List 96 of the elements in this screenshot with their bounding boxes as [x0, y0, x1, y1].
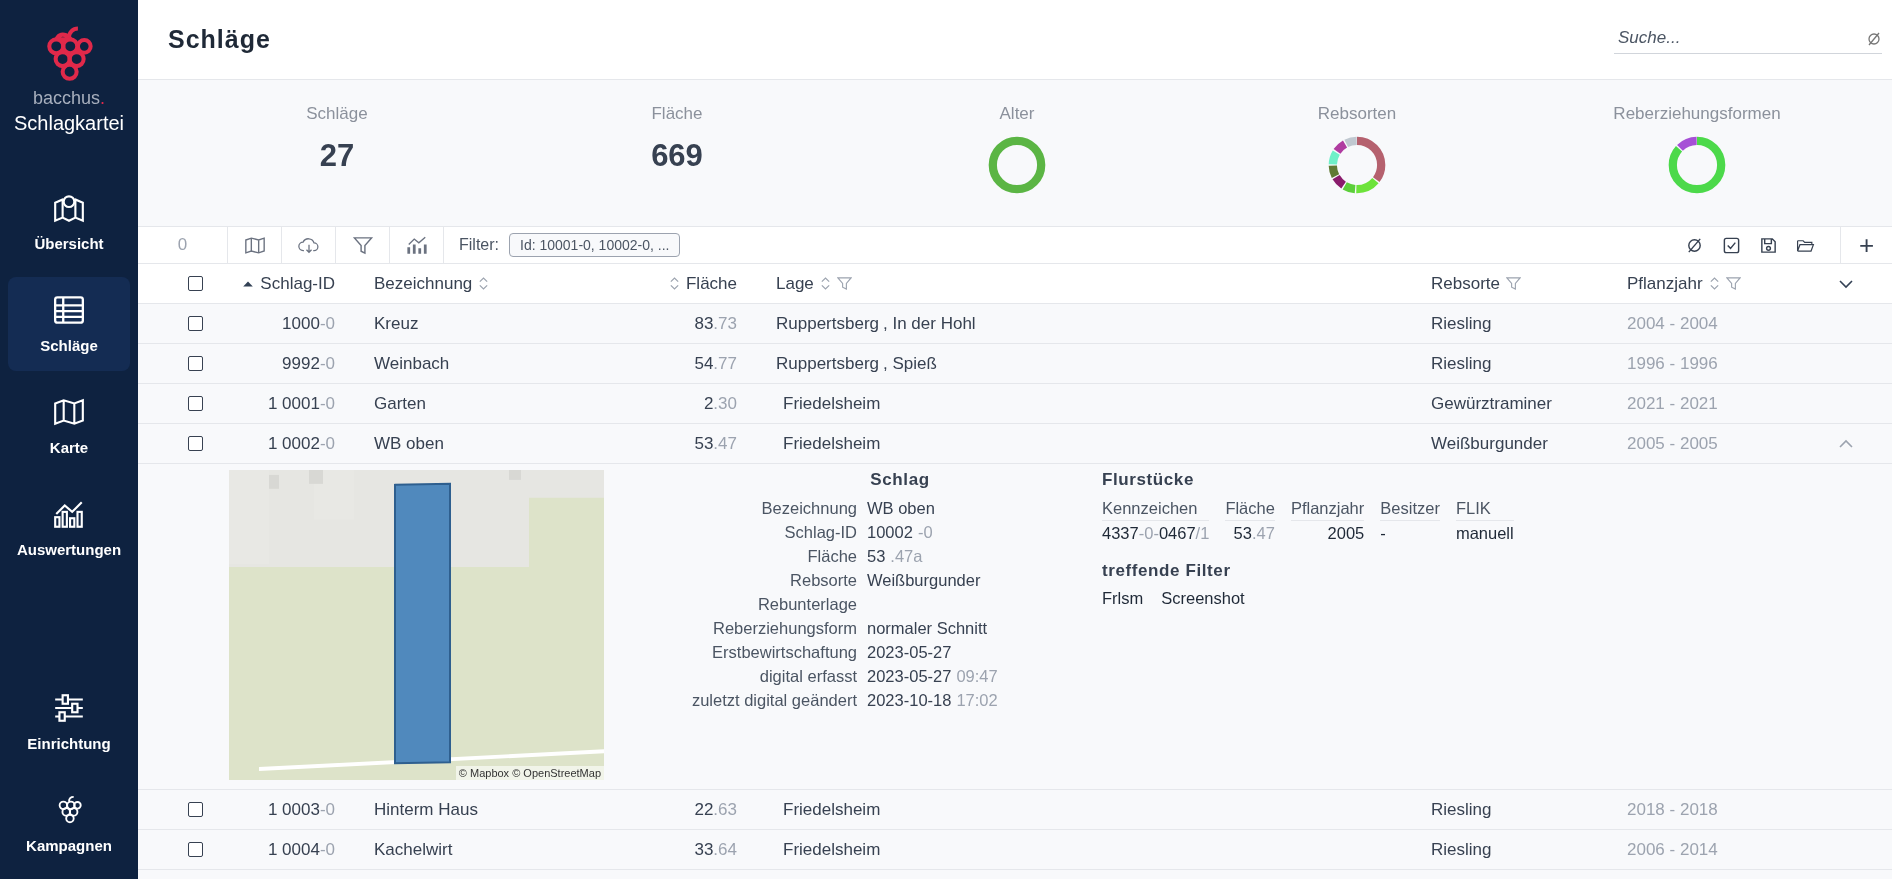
nav-item[interactable]: Karte [8, 379, 130, 473]
stat-label: Fläche [651, 104, 703, 124]
table-cell: Riesling [1431, 839, 1492, 860]
table-cell: 1 0001-0 [267, 393, 335, 414]
stat-label: Reberziehungsformen [1613, 104, 1781, 124]
table-cell-text: manuell [1455, 523, 1514, 544]
field-label: zuletzt digital geändert [690, 690, 857, 711]
field-label: digital erfasst [758, 666, 857, 687]
field-value: 53 .47a [867, 546, 924, 567]
filter-name[interactable]: Screenshot [1161, 589, 1245, 608]
table-cell: Riesling [1431, 799, 1492, 820]
field-value: WB oben [867, 498, 936, 519]
table-cell: Ruppertsberg , In der Hohl [776, 313, 976, 334]
table-cell: 1996 - 1996 [1627, 353, 1718, 374]
table-cell: 2.30 [703, 393, 737, 414]
table-cell: Friedelsheim [783, 799, 881, 820]
map-attribution: © Mapbox © OpenStreetMap [455, 766, 604, 780]
column-header: FLIK [1455, 496, 1514, 521]
column-header: Besitzer [1380, 496, 1440, 521]
section-title: treffende Filter [1102, 561, 1232, 581]
field-label: Fläche [806, 546, 857, 567]
filter-label: Filter: [459, 235, 499, 255]
brand-name: bacchus. [32, 88, 106, 109]
page-title: Schläge [168, 25, 271, 54]
section-title: Flurstücke [1102, 470, 1195, 490]
table-cell: 2021 - 2021 [1627, 393, 1718, 414]
add-button[interactable]: + [1840, 227, 1892, 263]
stat-label: Schläge [306, 104, 368, 124]
field-value: normaler Schnitt [867, 618, 989, 639]
table-cell: 2004 - 2004 [1627, 313, 1718, 334]
table-cell: Weißburgunder [1431, 433, 1548, 454]
table-cell: 9992-0 [282, 353, 335, 374]
field-label: Reberziehungsform [712, 618, 857, 639]
table-cell: 22.63 [694, 799, 737, 820]
field-value: 10002 -0 [867, 522, 934, 543]
stat-label: Rebsorten [1317, 104, 1397, 124]
table-cell: WB oben [374, 433, 444, 454]
table-cell: Ruppertsberg , Spieß [776, 353, 937, 374]
field-label: Erstbewirtschaftung [711, 642, 857, 663]
field-value: Weißburgunder [867, 570, 982, 591]
table-cell: Garten [374, 393, 426, 414]
column-header: Fläche [1225, 496, 1275, 521]
table-cell: Weinbach [374, 353, 450, 374]
field-value: 2023-05-27 09:47 [867, 666, 999, 687]
table-cell-text: 53.47 [1232, 523, 1275, 544]
stat-value: 27 [319, 138, 355, 174]
table-cell: 1000-0 [282, 313, 335, 334]
nav-item[interactable]: Übersicht [8, 175, 130, 269]
column-header[interactable]: Schlag-ID [260, 273, 335, 294]
table-cell: Kreuz [374, 313, 419, 334]
nav-item[interactable]: Einrichtung [8, 675, 130, 769]
table-cell: Friedelsheim [783, 839, 881, 860]
column-header[interactable]: Fläche [685, 273, 737, 294]
filter-chip[interactable]: Id: 10001-0, 10002-0, ... [509, 233, 681, 257]
table-cell-text: 4337-0-0467/1 [1102, 523, 1210, 544]
table-cell: Friedelsheim [783, 393, 881, 414]
table-cell-text: - [1380, 523, 1387, 544]
stat-value: 669 [651, 138, 703, 174]
column-header: Pflanzjahr [1290, 496, 1365, 521]
field-label: Rebsorte [789, 570, 857, 591]
table-cell: Hinterm Haus [374, 799, 478, 820]
table-cell: 2006 - 2014 [1627, 839, 1718, 860]
table-cell: Riesling [1431, 313, 1492, 334]
section-title: Schlag [869, 470, 931, 490]
table-cell: 1 0003-0 [267, 799, 335, 820]
column-header[interactable]: Rebsorte [1431, 273, 1500, 294]
table-cell: Kachelwirt [374, 839, 453, 860]
column-header[interactable]: Pflanzjahr [1627, 273, 1703, 294]
nav-item[interactable]: Kampagnen [8, 777, 130, 871]
field-label: Schlag-ID [783, 522, 857, 543]
table-cell: Gewürztraminer [1431, 393, 1552, 414]
table-cell: 54.77 [694, 353, 737, 374]
stat-label: Alter [999, 104, 1035, 124]
field-value: 2023-10-18 17:02 [867, 690, 999, 711]
table-cell: 2005 - 2005 [1627, 433, 1718, 454]
filter-name[interactable]: Frlsm [1102, 589, 1144, 608]
table-cell: 1 0004-0 [267, 839, 335, 860]
table-cell: 53.47 [694, 433, 737, 454]
field-label: Rebunterlage [756, 594, 857, 615]
column-header: Kennzeichen [1102, 496, 1210, 521]
table-cell: 2018 - 2018 [1627, 799, 1718, 820]
search-field[interactable]: Suche... [1614, 25, 1866, 53]
field-label: Bezeichnung [760, 498, 857, 519]
table-cell: 83.73 [694, 313, 737, 334]
field-value: 2023-05-27 [867, 642, 953, 663]
table-cell: 1 0002-0 [267, 433, 335, 454]
selection-count: 0 [138, 227, 228, 263]
table-cell-text: 2005 [1326, 523, 1365, 544]
column-header[interactable]: Lage [776, 273, 814, 294]
column-header[interactable]: Bezeichnung [374, 273, 473, 294]
nav-item[interactable]: Schläge [8, 277, 130, 371]
table-cell: Friedelsheim [783, 433, 881, 454]
nav-item[interactable]: Auswertungen [8, 481, 130, 575]
table-cell: Riesling [1431, 353, 1492, 374]
table-cell: 33.64 [694, 839, 737, 860]
app-title: Schlagkartei [13, 112, 125, 135]
